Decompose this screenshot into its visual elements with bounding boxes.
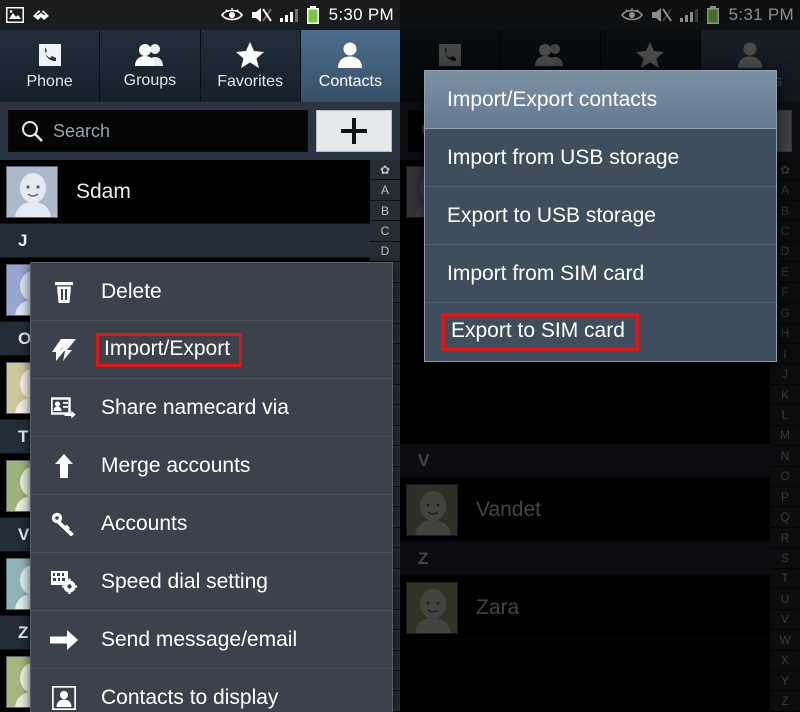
alpha-index-a[interactable]: A (370, 180, 400, 201)
tab-contacts[interactable]: Contacts (300, 30, 400, 102)
menu-item-speed-dial[interactable]: Speed dial setting (31, 553, 392, 611)
right-arrow-icon (49, 629, 79, 650)
dialog-option-import-usb[interactable]: Import from USB storage (425, 129, 776, 187)
dialog-option-label: Export to USB storage (447, 203, 656, 227)
tab-contacts-label: Contacts (318, 73, 382, 90)
alpha-index-c[interactable]: C (370, 221, 400, 242)
contact-name: Sdam (76, 179, 131, 203)
image-icon (6, 7, 24, 23)
search-placeholder: Search (53, 120, 111, 141)
tab-groups-label: Groups (123, 72, 177, 89)
left-phone-screen: 5:30 PM Phone Groups Favorites Contacts … (0, 0, 400, 712)
add-contact-button[interactable] (316, 110, 392, 152)
status-bar-right-icons-left: 5:30 PM (220, 5, 394, 25)
section-header: J (0, 224, 370, 258)
dialog-option-label: Import from SIM card (447, 261, 645, 285)
phone-handset-icon (38, 44, 61, 66)
alpha-index-b[interactable]: B (370, 200, 400, 222)
dialog-title: Import/Export contacts (425, 71, 776, 129)
import-export-dialog[interactable]: Import/Export contacts Import from USB s… (424, 70, 777, 362)
signal-icon (279, 9, 298, 22)
plus-icon (341, 118, 367, 144)
menu-item-merge-accounts[interactable]: Merge accounts (31, 437, 392, 495)
import-export-arrows-icon (49, 338, 79, 362)
dialog-option-import-sim[interactable]: Import from SIM card (425, 245, 776, 303)
tab-favorites[interactable]: Favorites (200, 30, 301, 102)
menu-item-label: Send message/email (101, 627, 298, 651)
tab-bar-left: Phone Groups Favorites Contacts (0, 30, 400, 102)
person-icon (338, 42, 363, 68)
share-namecard-icon (49, 396, 79, 419)
dialog-option-export-sim[interactable]: Export to SIM card (425, 303, 776, 361)
clock-left: 5:30 PM (328, 5, 394, 24)
right-phone-screen: 5:31 PM Phone Groups (400, 0, 800, 712)
alpha-index-d[interactable]: D (370, 241, 400, 263)
menu-item-send-message[interactable]: Send message/email (31, 611, 392, 669)
menu-item-label: Merge accounts (101, 453, 251, 477)
merge-up-arrow-icon (49, 453, 79, 478)
tab-phone[interactable]: Phone (0, 30, 101, 102)
star-icon (236, 42, 265, 68)
menu-item-label: Import/Export (96, 332, 243, 367)
menu-item-delete[interactable]: Delete (31, 263, 392, 321)
search-input[interactable]: Search (8, 110, 308, 152)
tab-phone-label: Phone (26, 73, 73, 90)
trash-icon (49, 280, 79, 304)
menu-item-label: Delete (101, 279, 162, 303)
two-people-icon (134, 44, 163, 66)
menu-item-share-namecard[interactable]: Share namecard via (31, 379, 392, 437)
search-row-left: Search (0, 102, 400, 160)
tab-groups[interactable]: Groups (100, 30, 201, 102)
menu-item-label: Speed dial setting (101, 569, 268, 593)
eye-icon (220, 8, 243, 21)
context-menu[interactable]: Delete Import/Export Share namecard via … (30, 262, 393, 712)
person-badge-icon (49, 685, 79, 710)
dialog-option-label: Import from USB storage (447, 145, 680, 169)
connection-icon (33, 10, 49, 20)
menu-item-label: Accounts (101, 511, 188, 535)
dialog-option-label: Export to SIM card (441, 313, 639, 351)
alpha-index-star[interactable]: ✿ (370, 160, 400, 181)
avatar (6, 165, 58, 218)
status-bar-left-icons (6, 7, 51, 23)
status-bar-left: 5:30 PM (0, 0, 400, 30)
menu-item-accounts[interactable]: Accounts (31, 495, 392, 553)
menu-item-contacts-to-display[interactable]: Contacts to display (31, 669, 392, 712)
menu-item-label: Contacts to display (101, 685, 279, 709)
key-icon (49, 512, 79, 536)
menu-item-import-export[interactable]: Import/Export (31, 321, 392, 379)
menu-item-label: Share namecard via (101, 395, 289, 419)
mute-icon (251, 8, 272, 22)
list-item[interactable]: Sdam (0, 160, 370, 224)
dialog-option-export-usb[interactable]: Export to USB storage (425, 187, 776, 245)
search-icon (22, 121, 43, 142)
speed-dial-icon (49, 570, 79, 594)
dual-screenshot: 5:30 PM Phone Groups Favorites Contacts … (0, 0, 800, 712)
battery-icon (306, 6, 319, 24)
tab-favorites-label: Favorites (217, 73, 284, 90)
